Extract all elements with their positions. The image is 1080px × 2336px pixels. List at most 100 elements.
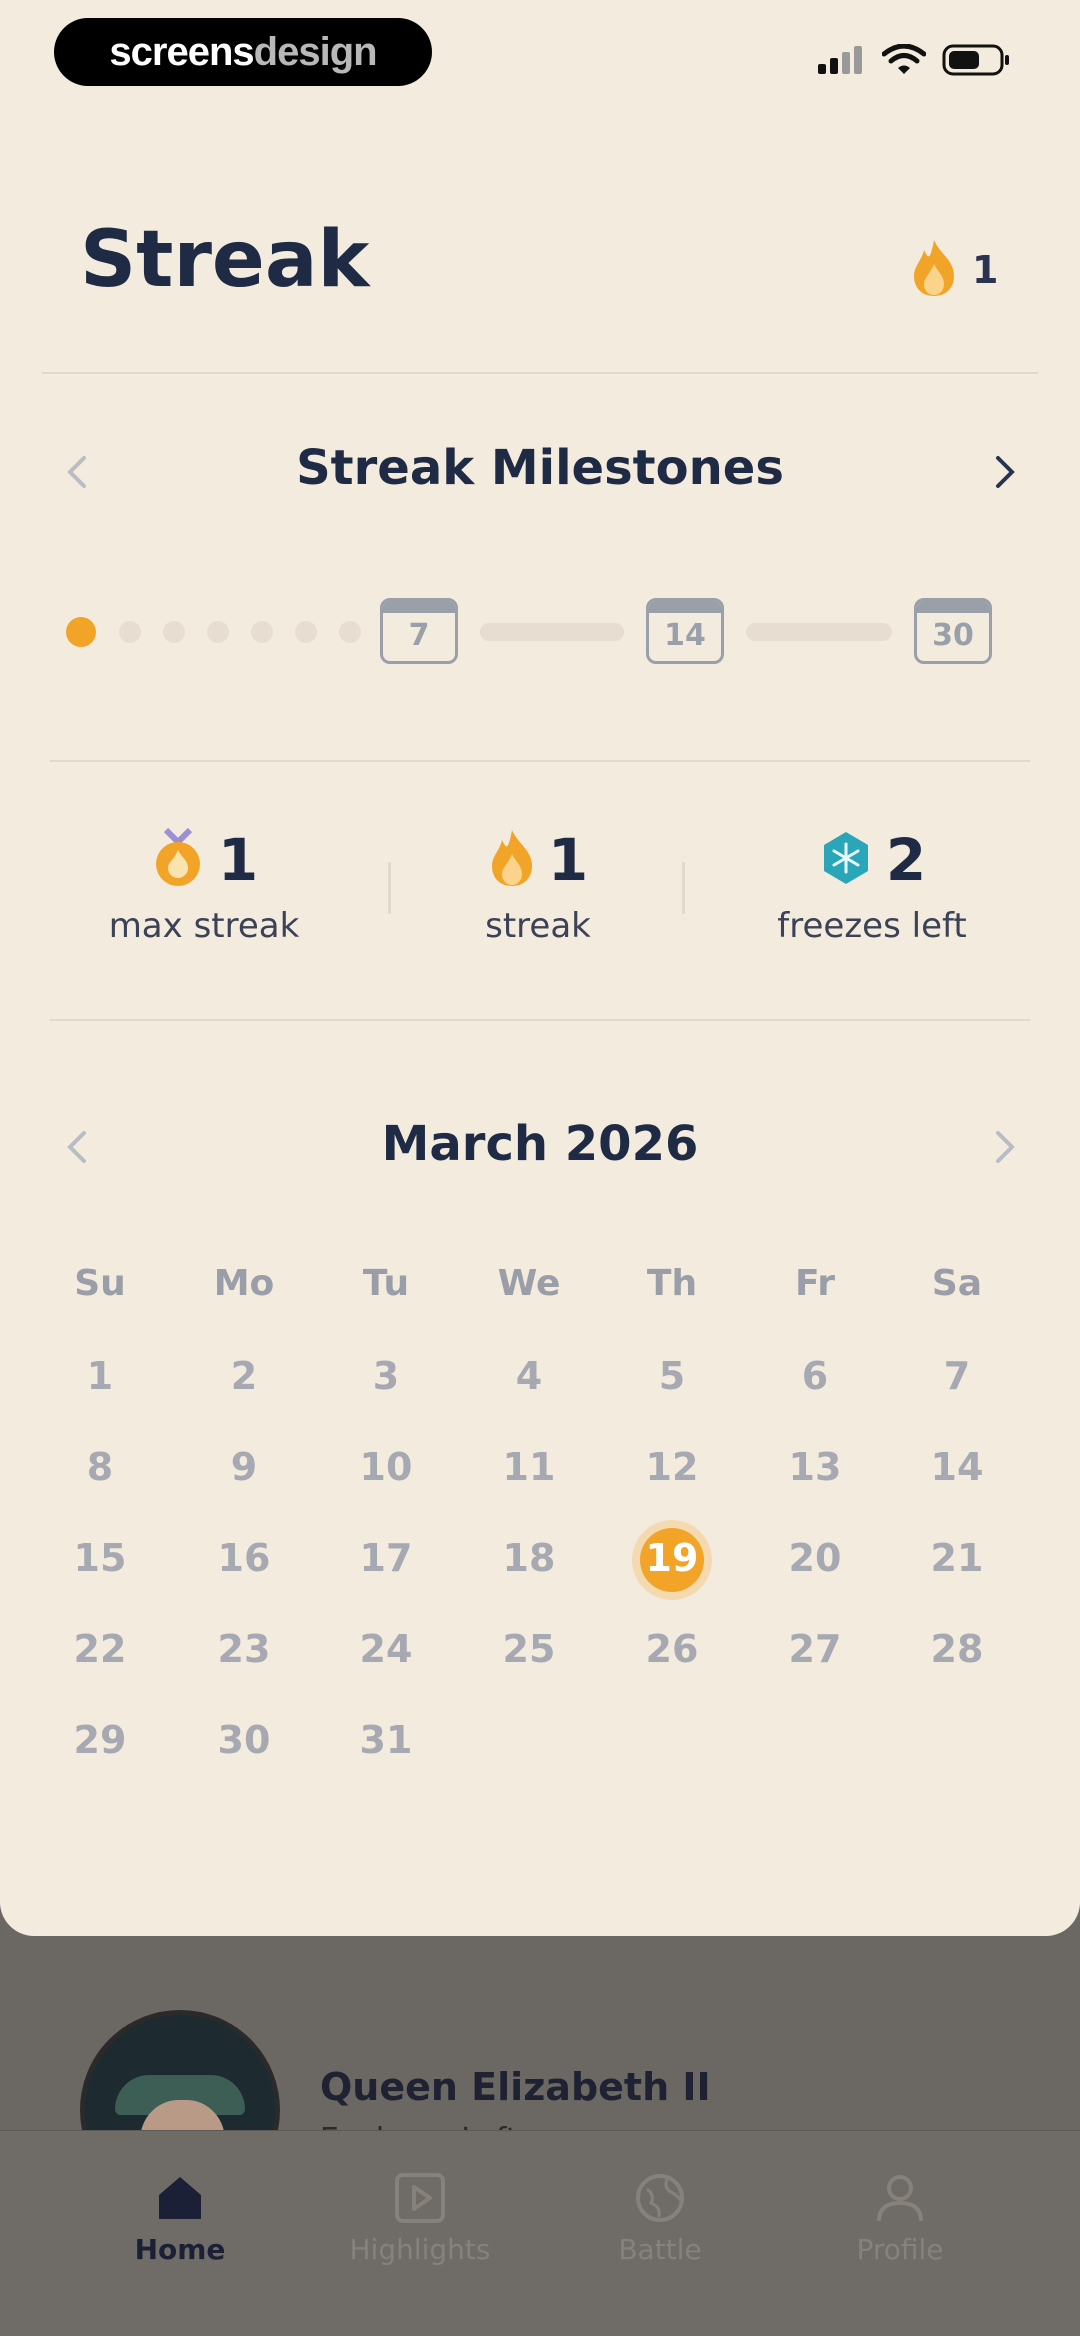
stat-freezes: 2 freezes left	[712, 820, 1032, 946]
background-card: Queen Elizabeth II Explorer. Left...	[80, 2010, 1080, 2210]
weekday-label: Fr	[794, 1263, 836, 1304]
background-card-title: Queen Elizabeth II	[320, 2065, 711, 2109]
stat-label: max streak	[108, 906, 300, 946]
calendar-day[interactable]: 26	[612, 1627, 732, 1671]
calendar-day[interactable]: 9	[184, 1445, 304, 1489]
tab-home[interactable]: Home	[60, 2171, 300, 2266]
progress-dot	[119, 621, 141, 643]
calendar-day[interactable]: 31	[326, 1718, 446, 1762]
streak-stats: 1 max streak 1 streak 2 freezes left	[0, 820, 1080, 970]
flame-icon	[488, 828, 536, 892]
battery-icon	[942, 44, 1012, 80]
streak-sheet: screensdesign Streak 1 Streak Milestones	[0, 0, 1080, 1936]
milestone-label: 14	[664, 618, 706, 653]
calendar-day[interactable]: 27	[755, 1627, 875, 1671]
calendar-day[interactable]: 13	[755, 1445, 875, 1489]
progress-dot	[163, 621, 185, 643]
divider	[42, 372, 1038, 374]
page-title: Streak	[80, 215, 370, 305]
home-icon	[153, 2171, 207, 2225]
streak-counter-value: 1	[972, 248, 999, 292]
calendar-day[interactable]: 18	[469, 1536, 589, 1580]
calendar-day[interactable]: 20	[755, 1536, 875, 1580]
tab-bar: Home Highlights Battle Profile	[0, 2130, 1080, 2336]
stat-separator	[682, 862, 685, 914]
tab-label: Home	[134, 2233, 226, 2266]
calendar-day[interactable]: 21	[897, 1536, 1017, 1580]
calendar-day[interactable]: 11	[469, 1445, 589, 1489]
calendar-month-label: March 2026	[381, 1116, 699, 1172]
calendar-day[interactable]: 24	[326, 1627, 446, 1671]
weekday-label: We	[497, 1263, 561, 1304]
badge-text-2: design	[253, 30, 378, 74]
stat-separator	[388, 862, 391, 914]
progress-dot	[251, 621, 273, 643]
calendar-day[interactable]: 23	[184, 1627, 304, 1671]
weekday-label: Su	[74, 1263, 126, 1304]
milestone-calendar-icon: 7	[380, 598, 458, 664]
weekday-label: Sa	[931, 1263, 983, 1304]
calendar-day[interactable]: 2	[184, 1354, 304, 1398]
wifi-icon	[881, 43, 927, 80]
calendar-day[interactable]: 6	[755, 1354, 875, 1398]
status-bar: screensdesign	[0, 0, 1080, 110]
calendar-day[interactable]: 5	[612, 1354, 732, 1398]
progress-dot-active	[66, 617, 96, 647]
calendar-day[interactable]: 17	[326, 1536, 446, 1580]
calendar-day[interactable]: 1	[40, 1354, 160, 1398]
stat-value: 2	[885, 826, 927, 894]
calendar-day[interactable]: 3	[326, 1354, 446, 1398]
milestone-calendar-icon: 30	[914, 598, 992, 664]
play-icon	[393, 2171, 447, 2225]
tab-highlights[interactable]: Highlights	[300, 2171, 540, 2266]
badge-text-1: screens	[109, 30, 254, 74]
calendar-day[interactable]: 29	[40, 1718, 160, 1762]
tab-battle[interactable]: Battle	[540, 2171, 780, 2266]
milestone-track-segment	[480, 623, 624, 641]
snowflake-icon	[818, 830, 874, 890]
milestones-title: Streak Milestones	[296, 440, 784, 496]
weekday-label: Mo	[213, 1263, 275, 1304]
brand-badge: screensdesign	[54, 18, 432, 86]
calendar-day[interactable]: 15	[40, 1536, 160, 1580]
calendar-day[interactable]: 8	[40, 1445, 160, 1489]
tab-profile[interactable]: Profile	[780, 2171, 1020, 2266]
calendar-day[interactable]: 7	[897, 1354, 1017, 1398]
calendar-day[interactable]: 25	[469, 1627, 589, 1671]
milestones-next-button[interactable]	[984, 452, 1024, 492]
calendar-day[interactable]: 16	[184, 1536, 304, 1580]
stat-max-streak: 1 max streak	[44, 820, 364, 946]
weekday-label: Th	[646, 1263, 698, 1304]
progress-dot	[207, 621, 229, 643]
calendar-day[interactable]: 28	[897, 1627, 1017, 1671]
tab-label: Profile	[856, 2233, 944, 2266]
calendar-day[interactable]: 10	[326, 1445, 446, 1489]
person-icon	[873, 2171, 927, 2225]
stat-value: 1	[547, 826, 589, 894]
milestone-calendar-icon: 14	[646, 598, 724, 664]
divider	[50, 1019, 1030, 1021]
streak-counter[interactable]: 1	[910, 238, 998, 302]
progress-dot	[295, 621, 317, 643]
calendar-day[interactable]: 4	[469, 1354, 589, 1398]
milestone-track-segment	[746, 623, 892, 641]
divider	[50, 760, 1030, 762]
calendar-day[interactable]: 12	[612, 1445, 732, 1489]
progress-dot	[339, 621, 361, 643]
tab-label: Highlights	[349, 2233, 491, 2266]
stat-streak: 1 streak	[378, 820, 698, 946]
stat-label: streak	[485, 906, 591, 946]
medal-flame-icon	[150, 827, 206, 892]
calendar-day[interactable]: 30	[184, 1718, 304, 1762]
milestone-label: 30	[932, 618, 974, 653]
signal-icon	[816, 44, 868, 80]
weekday-label: Tu	[362, 1263, 410, 1304]
tab-label: Battle	[618, 2233, 702, 2266]
flame-icon	[910, 238, 958, 302]
calendar-day-today[interactable]: 19	[612, 1536, 732, 1580]
calendar-day[interactable]: 22	[40, 1627, 160, 1671]
stat-label: freezes left	[777, 906, 967, 946]
stat-value: 1	[217, 826, 259, 894]
calendar-day[interactable]: 14	[897, 1445, 1017, 1489]
calendar-next-button[interactable]	[984, 1127, 1024, 1167]
